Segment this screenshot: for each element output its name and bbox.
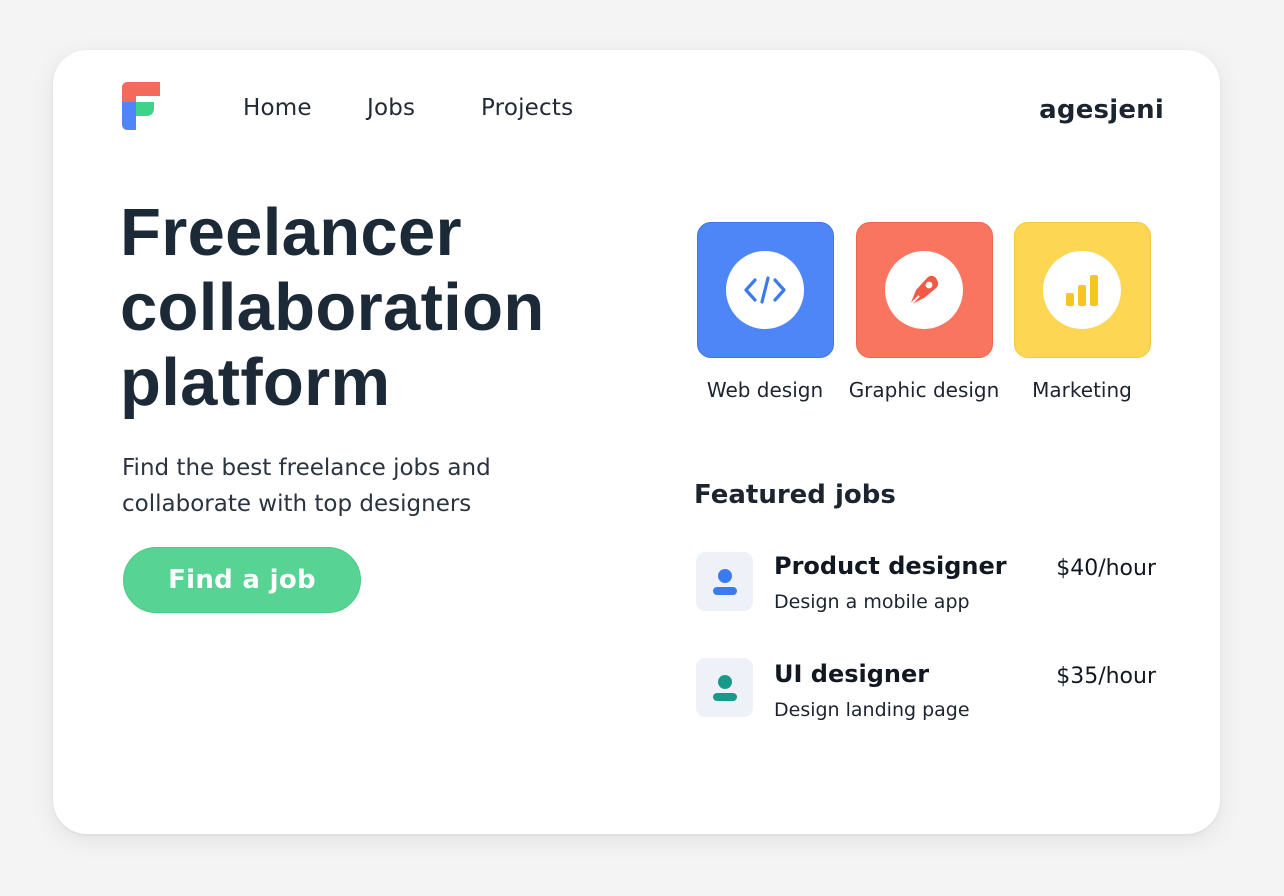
job-description: Design a mobile app: [774, 591, 970, 613]
job-rate: $35/hour: [1056, 664, 1156, 689]
pen-tool-icon: [909, 275, 939, 306]
job-title: UI designer: [774, 660, 930, 688]
category-label: Web design: [706, 378, 824, 402]
category-tile: [696, 222, 834, 358]
job-item-ui-designer[interactable]: UI designer Design landing page $35/hour: [696, 658, 1166, 724]
nav-home-link[interactable]: Home: [243, 97, 312, 120]
hero-title-line: Freelancer: [120, 195, 462, 270]
brand-name[interactable]: agesjeni: [1039, 95, 1164, 125]
category-label: Graphic design: [848, 378, 1000, 402]
icon-circle: [1043, 251, 1121, 329]
category-marketing[interactable]: Marketing: [1002, 222, 1162, 402]
code-icon: [744, 276, 786, 304]
job-avatar: [696, 658, 753, 717]
logo-icon[interactable]: [122, 82, 162, 130]
nav-projects-link[interactable]: Projects: [481, 97, 573, 120]
main-card: Home Jobs Projects agesjeni Freelancer c…: [53, 50, 1220, 834]
featured-jobs-title: Featured jobs: [694, 480, 896, 510]
hero-title: Freelancer collaboration platform: [120, 195, 545, 420]
job-title: Product designer: [774, 552, 1007, 580]
category-label: Marketing: [1032, 378, 1132, 402]
job-rate: $40/hour: [1056, 556, 1156, 581]
category-tile: [855, 222, 993, 358]
hero-title-line: platform: [120, 345, 391, 420]
bar-chart-icon: [1066, 275, 1098, 306]
icon-circle: [885, 251, 963, 329]
nav-jobs-link[interactable]: Jobs: [367, 97, 415, 120]
category-tile: [1013, 222, 1151, 358]
hero-subtitle: Find the best freelance jobs and collabo…: [122, 455, 491, 517]
icon-circle: [726, 251, 804, 329]
category-graphic-design[interactable]: Graphic design: [844, 222, 1004, 402]
hero-title-line: collaboration: [120, 270, 545, 345]
job-avatar: [696, 552, 753, 611]
person-icon: [712, 674, 737, 701]
person-icon: [712, 568, 737, 595]
category-web-design[interactable]: Web design: [685, 222, 845, 402]
job-item-product-designer[interactable]: Product designer Design a mobile app $40…: [696, 552, 1166, 618]
find-job-button[interactable]: Find a job: [123, 547, 361, 613]
job-description: Design landing page: [774, 699, 970, 721]
